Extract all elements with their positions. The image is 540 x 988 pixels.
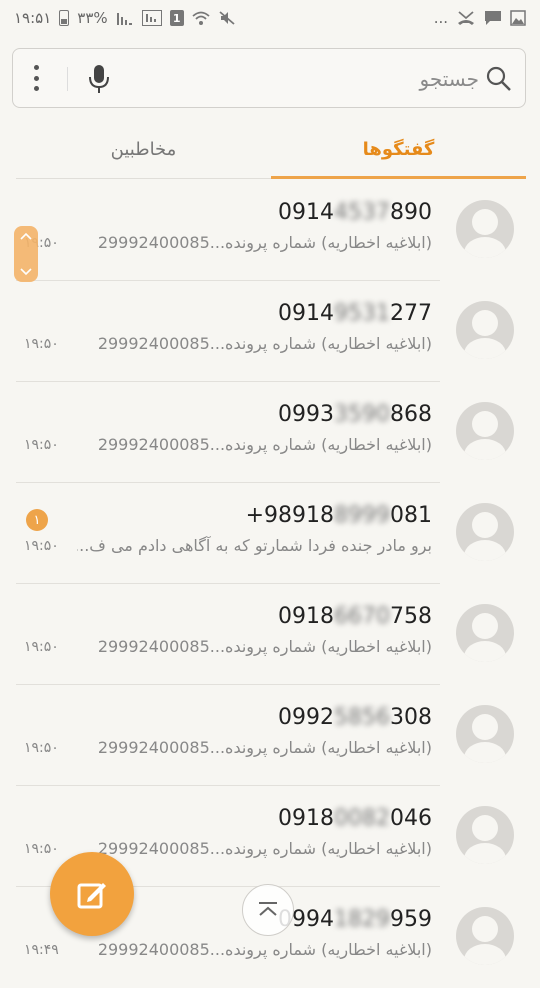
- message-preview: (ابلاغیه اخطاریه) شماره پرونده...2999240…: [97, 435, 432, 454]
- fast-scroll-handle[interactable]: [14, 226, 38, 282]
- message-preview: (ابلاغیه اخطاریه) شماره پرونده...2999240…: [97, 738, 432, 757]
- conversation-row[interactable]: +989188999081 برو مادر جنده فردا شمارتو …: [0, 483, 540, 584]
- redacted-digits: 3590: [334, 402, 390, 427]
- message-preview: برو مادر جنده فردا شمارتو که به آگاهی دا…: [77, 536, 432, 555]
- message-preview: (ابلاغیه اخطاریه) شماره پرونده...2999240…: [97, 940, 432, 959]
- message-preview: (ابلاغیه اخطاریه) شماره پرونده...2999240…: [97, 637, 432, 656]
- message-time: ۱۹:۴۹: [24, 942, 59, 958]
- unread-badge: ۱: [26, 509, 48, 531]
- message-time: ۱۹:۵۰: [24, 841, 59, 857]
- message-time: ۱۹:۵۰: [24, 437, 59, 453]
- tab-bar: مخاطبین گفتگوها: [16, 120, 526, 180]
- redacted-digits: 5856: [334, 705, 390, 730]
- battery-icon: [59, 10, 70, 26]
- microphone-icon[interactable]: [87, 63, 111, 95]
- chevron-up-icon: [20, 232, 32, 240]
- conversation-row[interactable]: 09933590868 (ابلاغیه اخطاریه) شماره پرون…: [0, 382, 540, 483]
- status-left: ۱۹:۵۱ ۳۳% 1: [14, 9, 236, 27]
- status-right: ...: [434, 9, 526, 27]
- message-time: ۱۹:۵۰: [24, 740, 59, 756]
- image-icon: [510, 10, 526, 26]
- search-bar[interactable]: جستجو: [12, 48, 526, 108]
- redacted-digits: 1829: [334, 907, 390, 932]
- conversation-row[interactable]: 09149531277 (ابلاغیه اخطاریه) شماره پرون…: [0, 281, 540, 382]
- contact-number: 09186670758: [278, 604, 432, 629]
- contact-number: 09180082046: [278, 806, 432, 831]
- conversation-row[interactable]: 09186670758 (ابلاغیه اخطاریه) شماره پرون…: [0, 584, 540, 685]
- conversation-row[interactable]: 09144537890 (ابلاغیه اخطاریه) شماره پرون…: [0, 180, 540, 281]
- message-time: ۱۹:۵۰: [24, 639, 59, 655]
- message-preview: (ابلاغیه اخطاریه) شماره پرونده...2999240…: [97, 233, 432, 252]
- tab-conversations[interactable]: گفتگوها: [271, 120, 526, 178]
- avatar[interactable]: [456, 503, 514, 561]
- wifi-icon: [192, 10, 210, 26]
- contact-number: +989188999081: [245, 503, 432, 528]
- scroll-top-icon: [259, 902, 277, 916]
- missed-call-icon: [456, 10, 476, 26]
- redacted-digits: 0082: [334, 806, 390, 831]
- search-divider: [67, 67, 68, 91]
- search-icon[interactable]: [485, 65, 513, 93]
- contact-number: 09144537890: [278, 200, 432, 225]
- contact-number: 09925856308: [278, 705, 432, 730]
- compose-button[interactable]: [50, 852, 134, 936]
- status-overflow: ...: [433, 9, 448, 27]
- contact-number: 09933590868: [278, 402, 432, 427]
- search-input[interactable]: جستجو: [420, 67, 479, 91]
- signal-box-icon: [141, 10, 162, 26]
- sim-icon: 1: [169, 10, 184, 26]
- status-bar: ۱۹:۵۱ ۳۳% 1 ...: [0, 0, 540, 36]
- avatar[interactable]: [456, 200, 514, 258]
- mute-icon: [218, 10, 236, 26]
- battery-percent: ۳۳%: [77, 9, 108, 27]
- signal-bars-icon: [116, 10, 134, 26]
- redacted-digits: 8999: [334, 503, 390, 528]
- contact-number: 09941829959: [278, 907, 432, 932]
- tab-contacts[interactable]: مخاطبین: [16, 120, 271, 178]
- redacted-digits: 4537: [334, 200, 390, 225]
- redacted-digits: 9531: [334, 301, 390, 326]
- message-time: ۱۹:۵۰: [24, 336, 59, 352]
- conversation-row[interactable]: 09925856308 (ابلاغیه اخطاریه) شماره پرون…: [0, 685, 540, 786]
- message-preview: (ابلاغیه اخطاریه) شماره پرونده...2999240…: [97, 839, 432, 858]
- message-icon: [484, 10, 502, 26]
- scroll-to-top-button[interactable]: [242, 884, 294, 936]
- avatar[interactable]: [456, 301, 514, 359]
- avatar[interactable]: [456, 604, 514, 662]
- avatar[interactable]: [456, 907, 514, 965]
- message-preview: (ابلاغیه اخطاریه) شماره پرونده...2999240…: [97, 334, 432, 353]
- compose-icon: [77, 883, 106, 909]
- more-options-icon[interactable]: [31, 65, 41, 91]
- chevron-down-icon: [20, 268, 32, 276]
- avatar[interactable]: [456, 806, 514, 864]
- contact-number: 09149531277: [278, 301, 432, 326]
- message-time: ۱۹:۵۰: [24, 538, 59, 554]
- avatar[interactable]: [456, 402, 514, 460]
- redacted-digits: 6670: [334, 604, 390, 629]
- avatar[interactable]: [456, 705, 514, 763]
- status-time: ۱۹:۵۱: [14, 9, 52, 27]
- tab-selected-indicator: [271, 176, 526, 179]
